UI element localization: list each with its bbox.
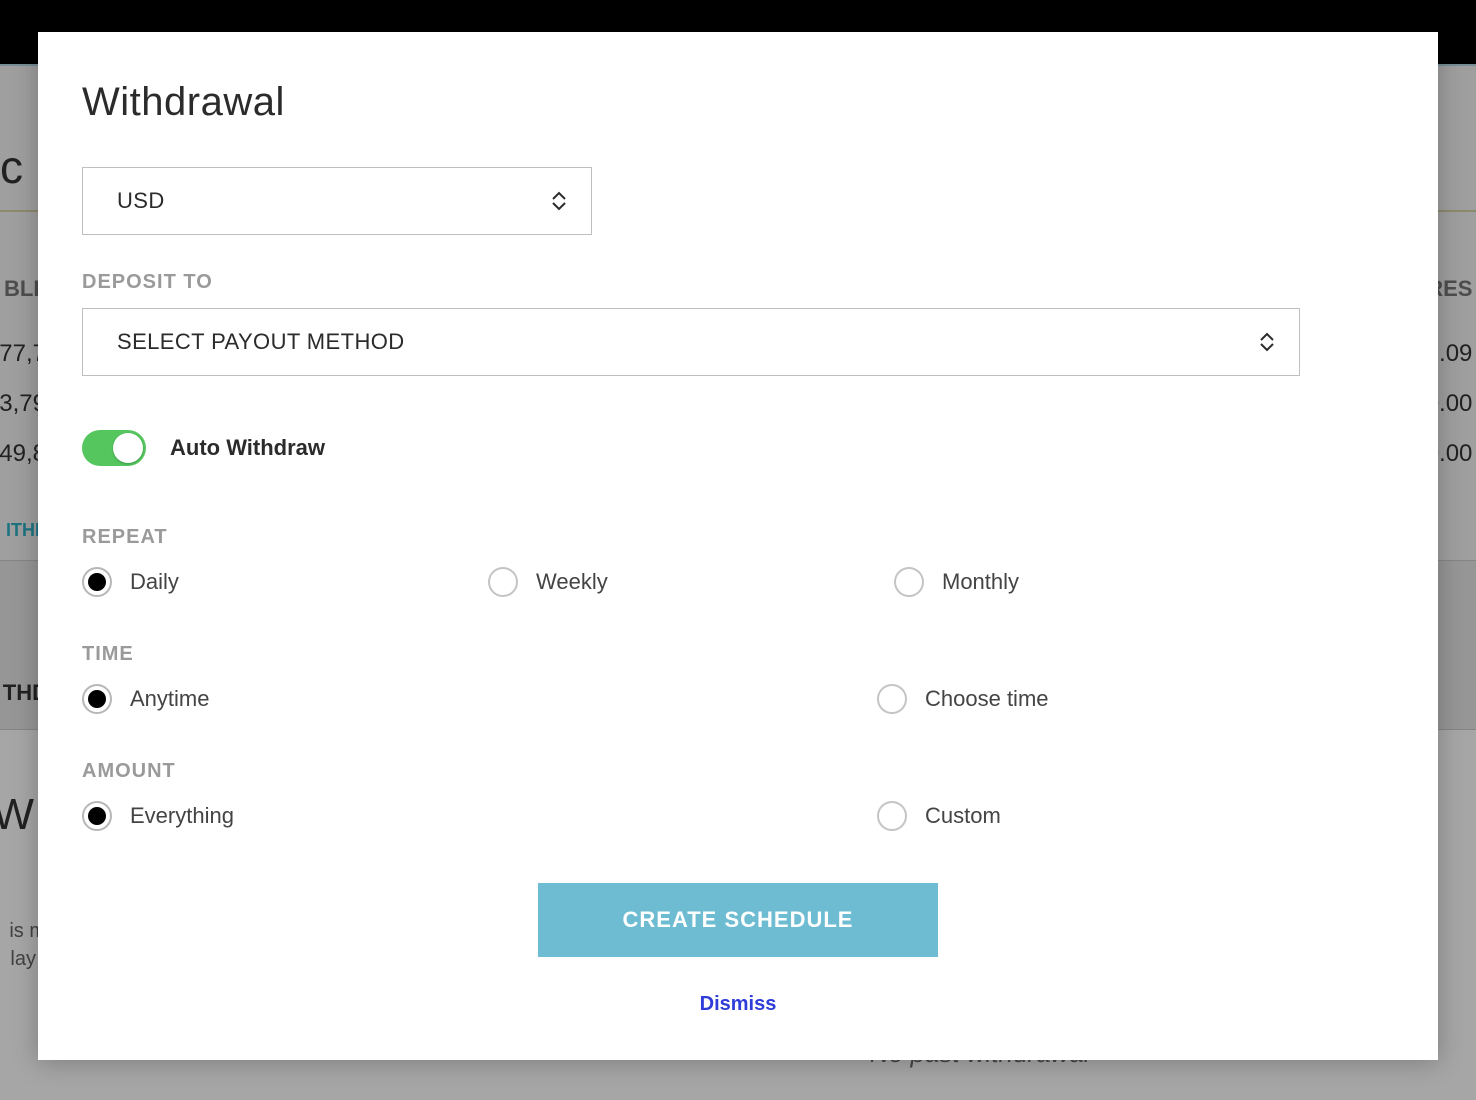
dismiss-link[interactable]: Dismiss — [700, 993, 777, 1016]
repeat-option-monthly[interactable]: Monthly — [894, 567, 1300, 597]
radio-icon — [894, 567, 924, 597]
payout-method-select[interactable]: SELECT PAYOUT METHOD — [82, 308, 1300, 376]
currency-select[interactable]: USD — [82, 167, 592, 235]
radio-icon — [82, 801, 112, 831]
radio-label: Choose time — [925, 686, 1049, 712]
currency-value: USD — [117, 188, 165, 213]
select-chevrons-icon — [551, 191, 567, 211]
select-chevrons-icon — [1259, 332, 1275, 352]
repeat-option-daily[interactable]: Daily — [82, 567, 488, 597]
time-option-choose[interactable]: Choose time — [691, 684, 1300, 714]
radio-label: Everything — [130, 803, 234, 829]
radio-label: Daily — [130, 569, 179, 595]
amount-option-everything[interactable]: Everything — [82, 801, 691, 831]
radio-icon — [877, 801, 907, 831]
time-label: TIME — [82, 643, 1300, 666]
radio-label: Custom — [925, 803, 1001, 829]
deposit-to-label: DEPOSIT TO — [82, 271, 1394, 294]
repeat-label: REPEAT — [82, 526, 1300, 549]
radio-icon — [82, 567, 112, 597]
toggle-knob — [113, 433, 143, 463]
create-schedule-button[interactable]: CREATE SCHEDULE — [538, 883, 938, 957]
payout-method-placeholder: SELECT PAYOUT METHOD — [117, 329, 405, 354]
radio-label: Monthly — [942, 569, 1019, 595]
auto-withdraw-toggle[interactable] — [82, 430, 146, 466]
radio-label: Anytime — [130, 686, 209, 712]
withdrawal-modal: Withdrawal USD DEPOSIT TO SELECT PAYOUT … — [38, 32, 1438, 1060]
radio-icon — [877, 684, 907, 714]
amount-label: AMOUNT — [82, 760, 1300, 783]
auto-withdraw-label: Auto Withdraw — [170, 435, 325, 461]
modal-title: Withdrawal — [82, 80, 1394, 125]
radio-icon — [488, 567, 518, 597]
time-option-anytime[interactable]: Anytime — [82, 684, 691, 714]
amount-option-custom[interactable]: Custom — [691, 801, 1300, 831]
repeat-option-weekly[interactable]: Weekly — [488, 567, 894, 597]
radio-icon — [82, 684, 112, 714]
radio-label: Weekly — [536, 569, 608, 595]
